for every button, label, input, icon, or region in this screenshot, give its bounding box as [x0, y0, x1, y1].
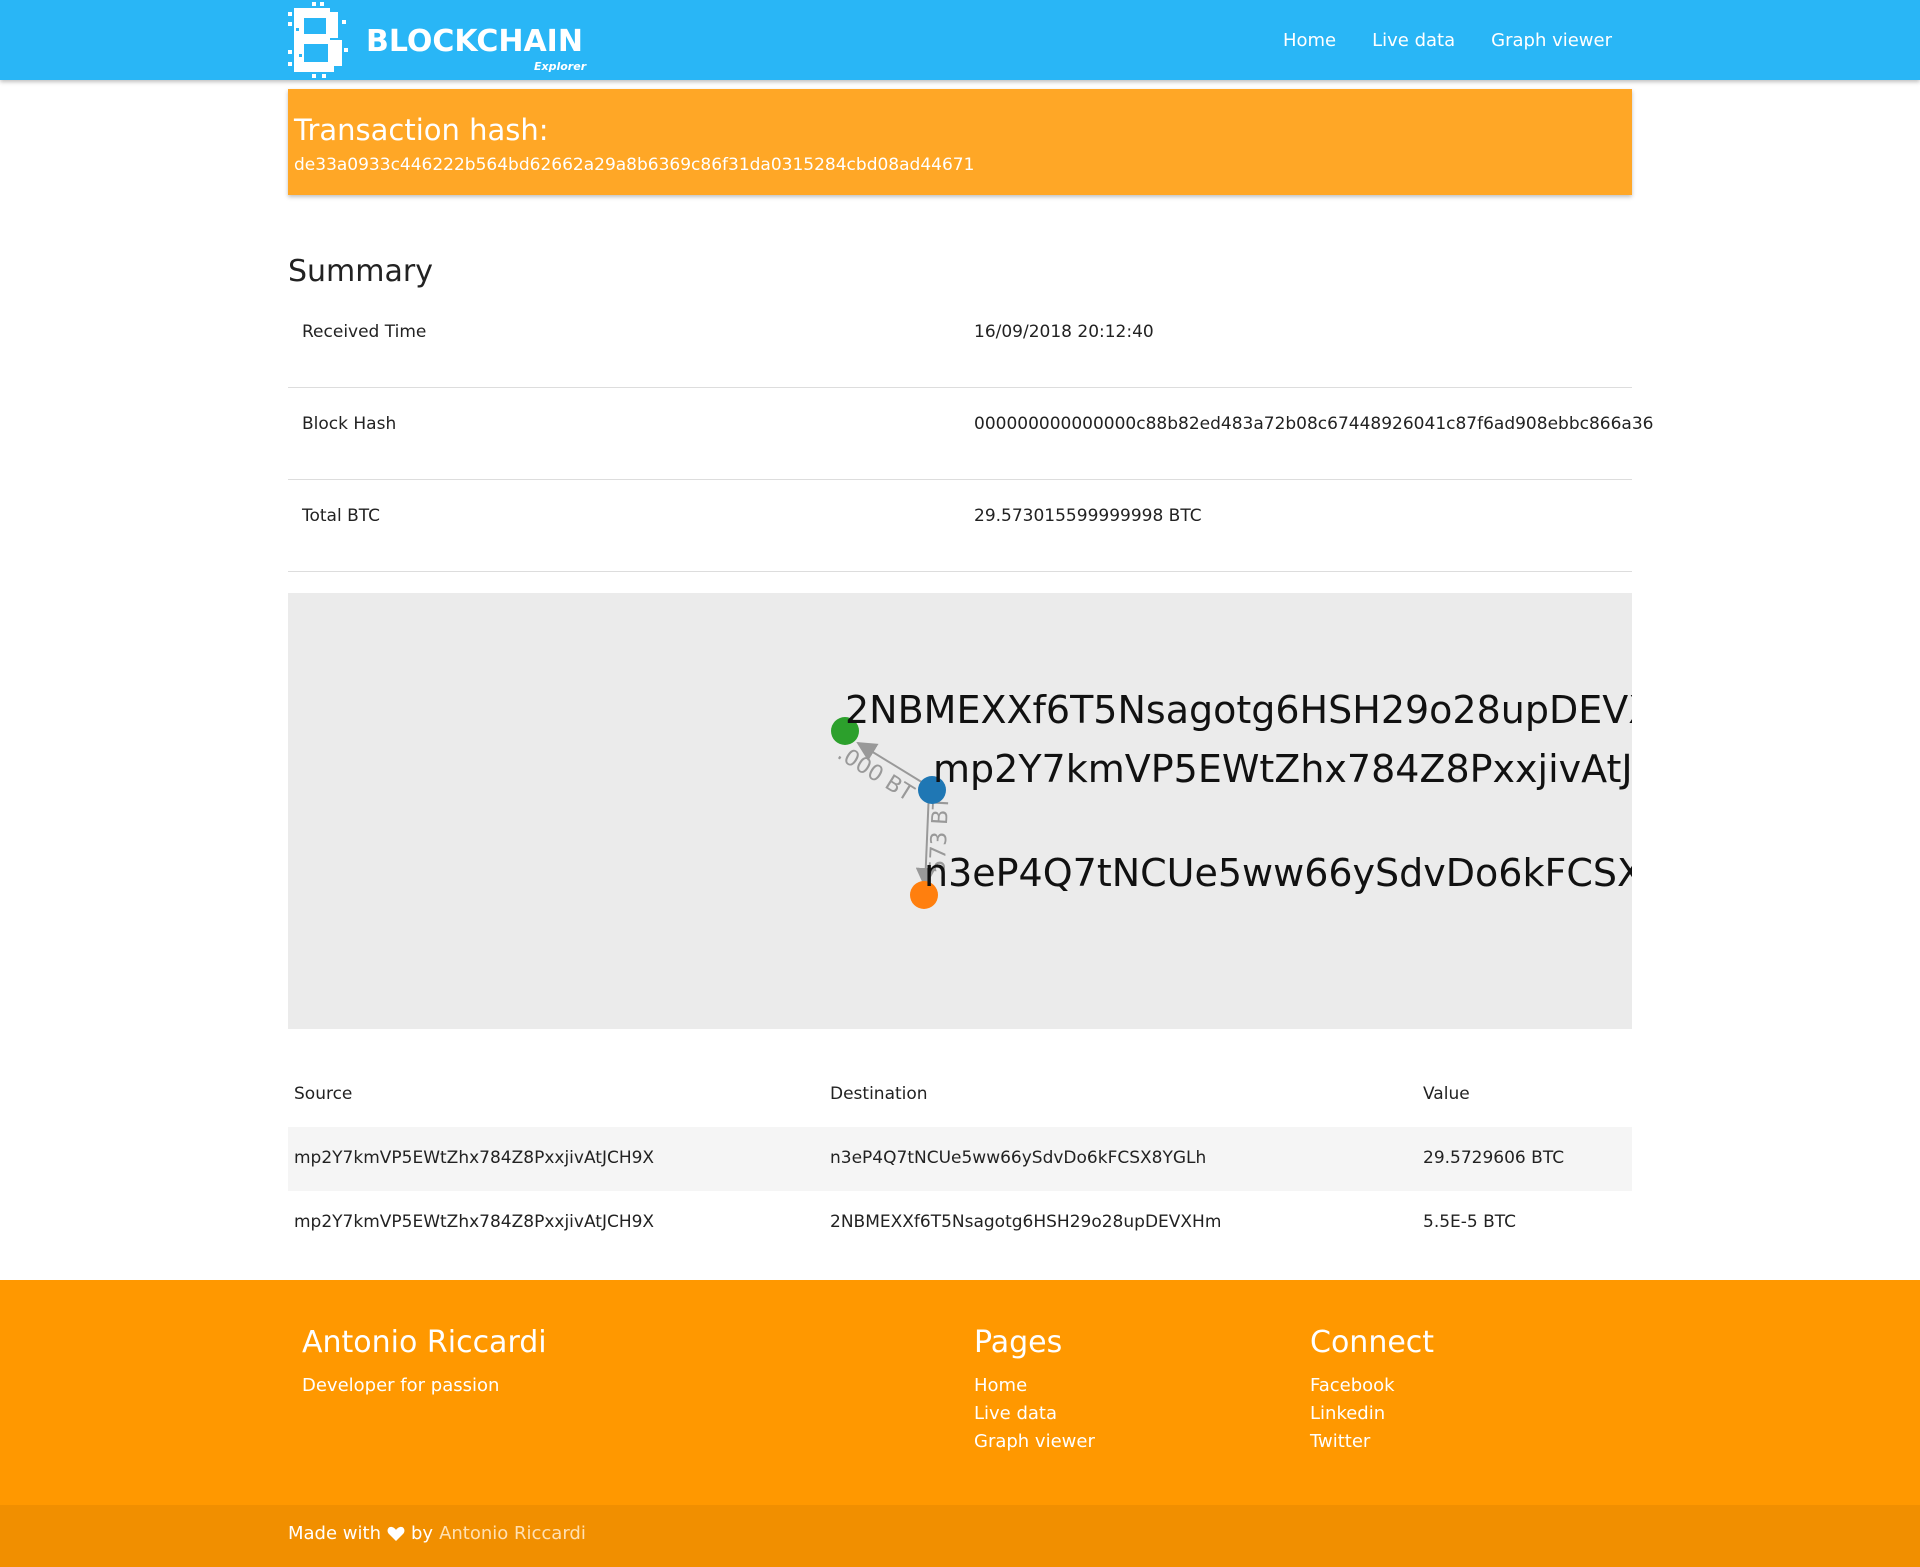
- brand-name: BLOCKCHAIN: [366, 24, 583, 59]
- table-header-row: Source Destination Value: [288, 1063, 1632, 1127]
- footer-connect-heading: Connect: [1310, 1325, 1435, 1360]
- made-with-text: Made with: [288, 1523, 381, 1544]
- summary-value: 29.573015599999998 BTC: [974, 506, 1202, 526]
- footer-author-link[interactable]: Antonio Riccardi: [439, 1523, 586, 1544]
- summary-row-received-time: Received Time 16/09/2018 20:12:40: [288, 296, 1632, 388]
- summary-heading: Summary: [288, 254, 433, 289]
- summary-value: 000000000000000c88b82ed483a72b08c6744892…: [974, 414, 1654, 434]
- graph-node-label: n3eP4Q7tNCUe5ww66ySdvDo6kFCSX8: [924, 851, 1632, 895]
- footer-live-data-link[interactable]: Live data: [974, 1400, 1095, 1428]
- summary-label: Received Time: [302, 322, 427, 342]
- footer-facebook-link[interactable]: Facebook: [1310, 1372, 1434, 1400]
- destination-address: n3eP4Q7tNCUe5ww66ySdvDo6kFCSX8YGLh: [830, 1148, 1207, 1168]
- destination-address: 2NBMEXXf6T5Nsagotg6HSH29o28upDEVXHm: [830, 1212, 1222, 1232]
- summary-row-total-btc: Total BTC 29.573015599999998 BTC: [288, 480, 1632, 572]
- summary-label: Total BTC: [302, 506, 381, 526]
- graph-node-label: 2NBMEXXf6T5Nsagotg6HSH29o28upDEVX: [845, 688, 1632, 732]
- summary-label: Block Hash: [302, 414, 397, 434]
- nav-home-link[interactable]: Home: [1283, 30, 1336, 51]
- graph-edge-label: .000 BT: [833, 741, 918, 807]
- footer-connect: Connect Facebook Linkedin Twitter: [1310, 1325, 1434, 1456]
- transfer-value: 29.5729606 BTC: [1423, 1148, 1565, 1168]
- footer-author-name: Antonio Riccardi: [302, 1325, 547, 1360]
- footer-linkedin-link[interactable]: Linkedin: [1310, 1400, 1434, 1428]
- transfer-value: 5.5E-5 BTC: [1423, 1212, 1517, 1232]
- blockchain-logo-icon: [288, 2, 348, 78]
- main-nav: Home Live data Graph viewer: [1247, 0, 1612, 80]
- summary-row-block-hash: Block Hash 000000000000000c88b82ed483a72…: [288, 388, 1653, 480]
- graph-canvas[interactable]: .000 BT .573 BT 2NBMEXXf6T5Nsagotg6HSH29…: [288, 593, 1632, 1029]
- footer-graph-viewer-link[interactable]: Graph viewer: [974, 1428, 1095, 1456]
- nav-graph-viewer-link[interactable]: Graph viewer: [1491, 30, 1612, 51]
- summary-value: 16/09/2018 20:12:40: [974, 322, 1154, 342]
- column-header-value: Value: [1423, 1084, 1470, 1104]
- transaction-graph[interactable]: .000 BT .573 BT 2NBMEXXf6T5Nsagotg6HSH29…: [288, 593, 1632, 1029]
- site-footer: Antonio Riccardi Developer for passion P…: [0, 1280, 1920, 1505]
- table-row: mp2Y7kmVP5EWtZhx784Z8PxxjivAtJCH9X 2NBME…: [288, 1191, 1632, 1255]
- brand-subtitle: Explorer: [534, 60, 587, 73]
- top-navbar: BLOCKCHAIN Explorer Home Live data Graph…: [0, 0, 1920, 80]
- brand-logo[interactable]: BLOCKCHAIN Explorer: [286, 0, 586, 80]
- summary-table: Received Time 16/09/2018 20:12:40 Block …: [288, 296, 1653, 572]
- column-header-destination: Destination: [830, 1084, 928, 1104]
- table-row: mp2Y7kmVP5EWtZhx784Z8PxxjivAtJCH9X n3eP4…: [288, 1127, 1632, 1191]
- transaction-hash-card: Transaction hash: de33a0933c446222b564bd…: [288, 89, 1632, 195]
- column-header-source: Source: [294, 1084, 353, 1104]
- footer-pages-heading: Pages: [974, 1325, 1063, 1360]
- graph-node-label: mp2Y7kmVP5EWtZhx784Z8PxxjivAtJCI: [933, 747, 1632, 791]
- transaction-hash-title: Transaction hash:: [294, 113, 549, 147]
- footer-credits-bar: Made with by Antonio Riccardi: [0, 1505, 1920, 1567]
- footer-about: Antonio Riccardi Developer for passion: [302, 1325, 547, 1396]
- footer-tagline: Developer for passion: [302, 1375, 500, 1396]
- nav-live-data-link[interactable]: Live data: [1372, 30, 1455, 51]
- footer-twitter-link[interactable]: Twitter: [1310, 1428, 1434, 1456]
- transfers-table: Source Destination Value mp2Y7kmVP5EWtZh…: [288, 1063, 1632, 1255]
- footer-home-link[interactable]: Home: [974, 1372, 1095, 1400]
- source-address: mp2Y7kmVP5EWtZhx784Z8PxxjivAtJCH9X: [294, 1148, 655, 1168]
- heart-icon: [387, 1526, 405, 1541]
- by-text: by: [410, 1523, 434, 1544]
- transaction-hash-value: de33a0933c446222b564bd62662a29a8b6369c86…: [294, 155, 975, 175]
- source-address: mp2Y7kmVP5EWtZhx784Z8PxxjivAtJCH9X: [294, 1212, 655, 1232]
- footer-pages: Pages Home Live data Graph viewer: [974, 1325, 1095, 1456]
